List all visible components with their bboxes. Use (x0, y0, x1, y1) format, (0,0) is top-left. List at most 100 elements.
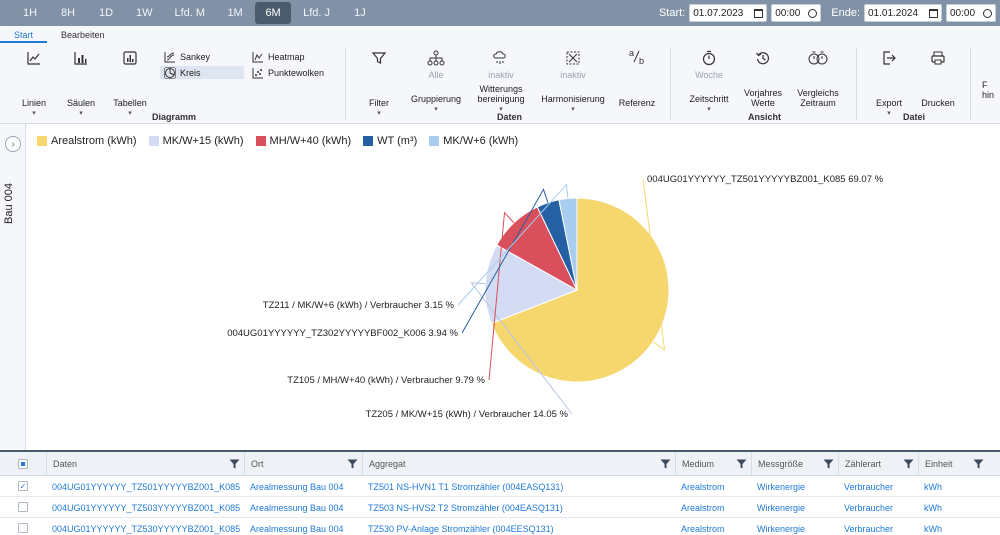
harmonisierung-label: Harmonisierung (541, 94, 605, 104)
filter-icon[interactable] (973, 459, 984, 469)
side-panel: › Bau 004 (0, 124, 26, 450)
row-checkbox[interactable] (18, 502, 28, 512)
table-row[interactable]: 004UG01YYYYYY_TZ503YYYYYBZ001_K085 Arealm… (0, 497, 1000, 518)
tab-bearbeiten[interactable]: Bearbeiten (47, 29, 119, 43)
witterungsbereinigung-button[interactable]: inaktiv Witterungs bereinigung ▾ (474, 50, 528, 115)
filter-icon[interactable] (823, 459, 834, 469)
cell-ort[interactable]: Arealmessung Bau 004 (244, 497, 362, 518)
calendar-icon (754, 8, 764, 18)
chart-area: Arealstrom (kWh) MK/W+15 (kWh) MH/W+40 (kW… (27, 124, 1000, 450)
cell-aggregat[interactable]: TZ503 NS-HVS2 T2 Stromzähler (004EASQ131… (362, 497, 675, 518)
chevron-down-icon: ▾ (434, 106, 438, 113)
cell-ort[interactable]: Arealmessung Bau 004 (244, 518, 362, 535)
select-all-checkbox[interactable] (18, 459, 28, 469)
pie-chart-icon (164, 66, 176, 79)
time-range-bar: 1H 8H 1D 1W Lfd. M 1M 6M Lfd. J 1J Start… (0, 0, 1000, 26)
cell-zaehlerart: Verbraucher (844, 481, 894, 492)
heatmap-label: Heatmap (268, 51, 305, 62)
cell-ort[interactable]: Arealmessung Bau 004 (244, 476, 362, 497)
calendar-icon (929, 8, 938, 18)
filter-label: Filter (369, 98, 389, 108)
end-time-input[interactable]: 00:00 (946, 4, 996, 22)
chevron-down-icon: ▾ (79, 110, 83, 117)
range-button-lfd-m[interactable]: Lfd. M (165, 2, 216, 24)
fraction-icon: ab (629, 48, 644, 66)
bar-chart-icon (74, 52, 87, 65)
saeulen-label: Säulen (66, 98, 96, 108)
end-date-value: 01.01.2024 (868, 7, 919, 19)
cell-einheit: kWh (924, 481, 942, 492)
start-time-input[interactable]: 00:00 (771, 4, 822, 22)
row-checkbox[interactable] (18, 523, 28, 533)
pie-slice-label: TZ205 / MK/W+15 (kWh) / Verbraucher 14.0… (366, 409, 569, 420)
punktewolken-label: Punktewolken (268, 67, 325, 78)
column-header-aggregat[interactable]: Aggregat (362, 452, 675, 476)
vergleich-label-2: Zeitraum (800, 98, 836, 108)
linien-label: Linien (21, 98, 47, 108)
linien-button[interactable]: Linien ▾ (18, 50, 50, 119)
start-date-input[interactable]: 01.07.2023 (689, 4, 768, 22)
heatmap-button[interactable]: Heatmap (248, 50, 309, 63)
vorjahreswerte-button[interactable]: Vorjahres Werte (740, 50, 786, 108)
column-header-medium[interactable]: Medium (675, 452, 751, 476)
ribbon-divider (856, 48, 857, 120)
vergleichszeitraum-button[interactable]: Vergleichs Zeitraum (794, 50, 842, 108)
range-button-lfd-j[interactable]: Lfd. J (293, 2, 340, 24)
drucken-button[interactable]: Drucken (918, 50, 958, 108)
kreis-button[interactable]: Kreis (160, 66, 244, 79)
cell-daten[interactable]: 004UG01YYYYYY_TZ503YYYYYBZ001_K085 (46, 497, 244, 518)
sankey-button[interactable]: Sankey (160, 50, 214, 63)
cell-daten[interactable]: 004UG01YYYYYY_TZ530YYYYYBZ001_K085 (46, 518, 244, 535)
cell-zaehlerart: Verbraucher (844, 523, 894, 534)
row-checkbox[interactable]: ✓ (18, 481, 28, 491)
tab-start[interactable]: Start (0, 29, 48, 43)
table-row[interactable]: ✓ 004UG01YYYYYY_TZ501YYYYYBZ001_K085 Areal… (0, 476, 1000, 497)
column-header-einheit[interactable]: Einheit (918, 452, 988, 476)
harmonisierung-sub: inaktiv (560, 70, 586, 80)
range-button-8h[interactable]: 8H (50, 2, 86, 24)
filter-icon[interactable] (229, 459, 240, 469)
weather-icon (493, 51, 506, 64)
saeulen-button[interactable]: Säulen ▾ (63, 50, 99, 119)
range-button-1m[interactable]: 1M (217, 2, 253, 24)
range-button-1j[interactable]: 1J (342, 2, 378, 24)
end-date-input[interactable]: 01.01.2024 (864, 4, 942, 22)
expand-panel-button[interactable]: › (5, 136, 21, 152)
tabellen-button[interactable]: Tabellen ▾ (110, 50, 150, 119)
column-header-ort[interactable]: Ort (244, 452, 362, 476)
table-row[interactable]: 004UG01YYYYYY_TZ530YYYYYBZ001_K085 Arealm… (0, 518, 1000, 535)
group-label-ansicht: Ansicht (748, 112, 782, 122)
chevron-down-icon: ▾ (377, 110, 381, 117)
cell-messgroesse: Wirkenergie (757, 502, 806, 513)
range-button-1h[interactable]: 1H (12, 2, 48, 24)
filter-icon[interactable] (347, 459, 358, 469)
cell-zaehlerart: Verbraucher (844, 502, 894, 513)
gruppierung-button[interactable]: Alle Gruppierung ▾ (408, 50, 464, 115)
pie-chart: 004UG01YYYYYY_TZ501YYYYYBZ001_K085 69.07… (227, 174, 883, 420)
column-header-daten[interactable]: Daten (46, 452, 244, 476)
harmonisierung-button[interactable]: inaktiv Harmonisierung ▾ (538, 50, 608, 115)
export-icon (883, 51, 896, 65)
filter-icon[interactable] (736, 459, 747, 469)
column-header-messgroesse[interactable]: Messgröße (751, 452, 838, 476)
zeitschritt-button[interactable]: Woche Zeitschritt ▾ (686, 50, 732, 115)
cell-aggregat[interactable]: TZ530 PV-Anlage Stromzähler (004EESQ131) (362, 518, 675, 535)
range-button-1d[interactable]: 1D (88, 2, 124, 24)
punktewolken-button[interactable]: Punktewolken (248, 66, 328, 79)
data-table: Daten Ort Aggregat Medium Messgröße Zählerart… (0, 450, 1000, 535)
cut-off-button[interactable]: F hin (982, 80, 1000, 100)
filter-button[interactable]: Filter ▾ (362, 50, 396, 119)
cell-aggregat[interactable]: TZ501 NS-HVN1 T1 Stromzähler (004EASQ131… (362, 476, 675, 497)
column-header-zaehlerart[interactable]: Zählerart (838, 452, 918, 476)
export-label: Export (875, 98, 902, 108)
filter-icon[interactable] (660, 459, 671, 469)
referenz-button[interactable]: ab Referenz (616, 48, 658, 108)
gruppierung-sub: Alle (428, 70, 444, 80)
cell-messgroesse: Wirkenergie (757, 481, 806, 492)
cell-daten[interactable]: 004UG01YYYYYY_TZ501YYYYYBZ001_K085 (46, 476, 244, 497)
range-button-1w[interactable]: 1W (126, 2, 163, 24)
export-button[interactable]: Export ▾ (872, 50, 906, 119)
filter-icon[interactable] (903, 459, 914, 469)
clock-icon (808, 8, 818, 18)
range-button-6m[interactable]: 6M (255, 2, 292, 24)
